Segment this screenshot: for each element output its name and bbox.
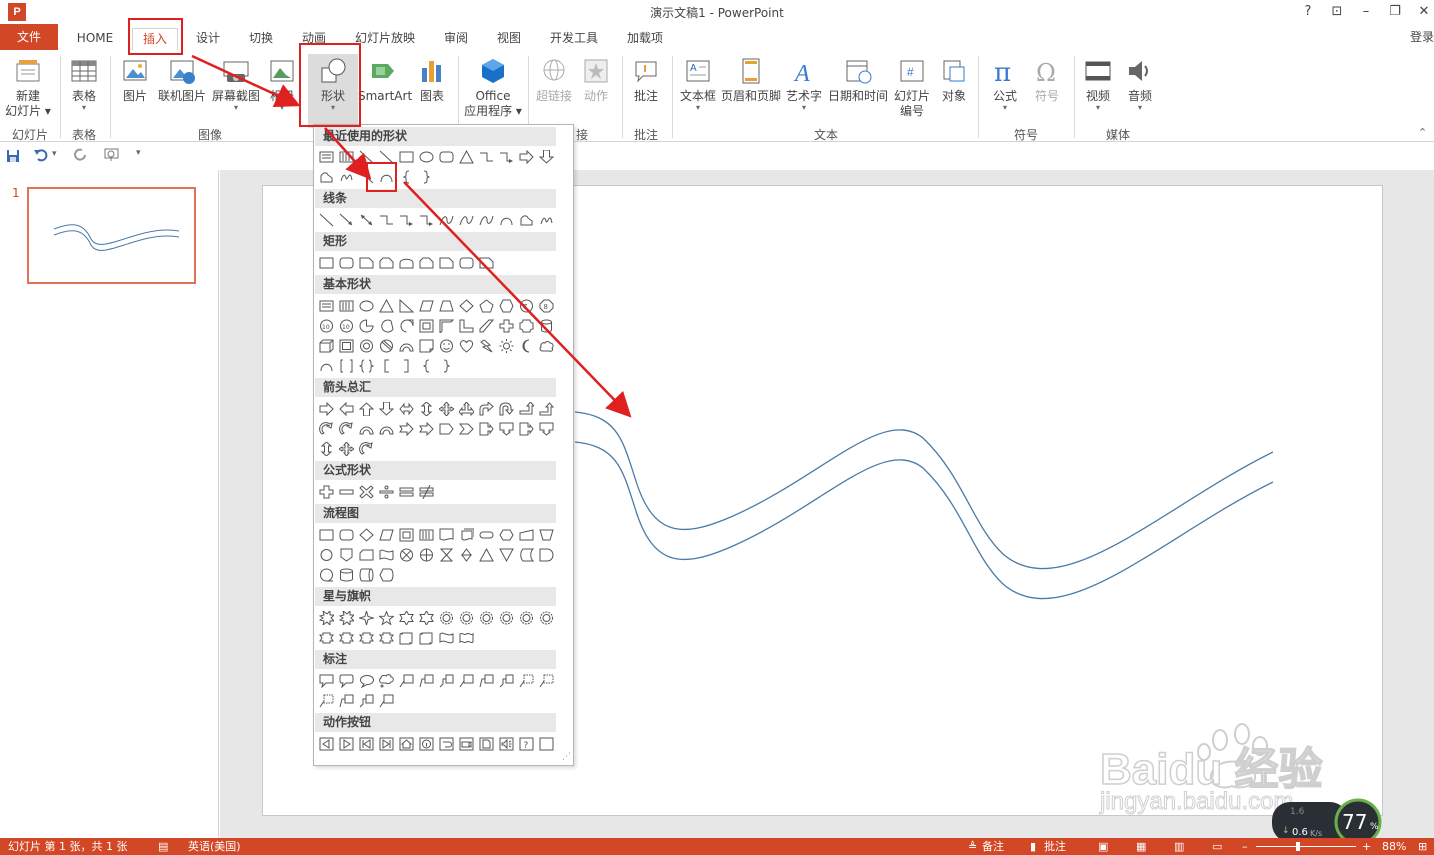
percent-sign: % bbox=[1370, 822, 1379, 832]
zoom-slider-thumb[interactable] bbox=[1296, 842, 1300, 851]
download-arrow-icon: ↓ bbox=[1282, 826, 1290, 836]
annotation-arrows bbox=[191, 54, 632, 418]
fit-to-window-icon[interactable]: ⊞ bbox=[1418, 838, 1427, 855]
zoom-in-icon[interactable]: + bbox=[1362, 838, 1371, 855]
spell-check-icon[interactable]: ▤ bbox=[158, 838, 168, 855]
notes-button[interactable]: 备注 bbox=[982, 838, 1004, 855]
comments-icon: ▮ bbox=[1030, 840, 1037, 853]
zoom-out-icon[interactable]: – bbox=[1242, 838, 1248, 855]
status-bar: 幻灯片 第 1 张，共 1 张 ▤ 英语(美国) ≜ 备注 ▮ 批注 ▣ ▦ ▥… bbox=[0, 838, 1434, 855]
download-speed: 0.6 bbox=[1292, 827, 1308, 838]
language-status[interactable]: 英语(美国) bbox=[188, 838, 241, 855]
network-speed-badge[interactable]: 1.6 ↓ 0.6 K/s 77 % bbox=[1270, 792, 1390, 846]
reading-view-icon[interactable]: ▥ bbox=[1174, 838, 1184, 855]
arrow-to-shapes bbox=[191, 54, 301, 107]
notes-icon: ≜ bbox=[968, 840, 978, 853]
normal-view-icon[interactable]: ▣ bbox=[1098, 838, 1108, 855]
memory-percent: 77 bbox=[1342, 810, 1368, 834]
slide-sorter-icon[interactable]: ▦ bbox=[1136, 838, 1146, 855]
zoom-slider[interactable] bbox=[1256, 846, 1356, 847]
upload-speed: 1.6 bbox=[1290, 807, 1305, 817]
arrow-to-canvas bbox=[403, 181, 632, 418]
badge-background bbox=[1272, 798, 1382, 846]
comments-button[interactable]: 批注 bbox=[1044, 838, 1066, 855]
slide-count-status: 幻灯片 第 1 张，共 1 张 bbox=[8, 840, 128, 853]
arrow-to-curve bbox=[324, 127, 372, 180]
slideshow-view-icon[interactable]: ▭ bbox=[1212, 838, 1222, 855]
speed-unit: K/s bbox=[1310, 829, 1323, 838]
zoom-level[interactable]: 88% bbox=[1382, 838, 1406, 855]
